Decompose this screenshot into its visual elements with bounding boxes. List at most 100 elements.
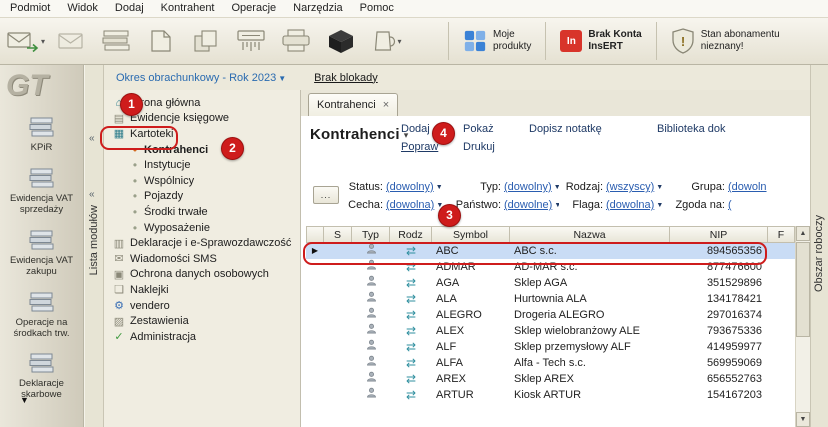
send-email-button[interactable]: ▾ bbox=[6, 21, 45, 61]
filter-value[interactable]: (dowolna) bbox=[606, 199, 654, 211]
filter-value[interactable]: (dowolna) bbox=[386, 199, 434, 211]
print-queue-button[interactable] bbox=[97, 21, 135, 61]
menu-item-narzedzia[interactable]: Narzędzia bbox=[293, 2, 343, 17]
close-tab-icon[interactable]: × bbox=[383, 99, 389, 111]
cell-symbol: ALF bbox=[436, 341, 457, 353]
tree-item-wiadomosci-sms[interactable]: ✉ Wiadomości SMS bbox=[104, 251, 300, 267]
cell-nazwa: Kiosk ARTUR bbox=[514, 389, 582, 401]
filter-value[interactable]: (dowolny) bbox=[386, 181, 434, 193]
column-header-rodz[interactable]: Rodz bbox=[390, 226, 432, 243]
data-pitcher-button[interactable]: ▾ bbox=[367, 21, 405, 61]
module-kpir[interactable]: KPiR bbox=[0, 109, 83, 160]
cell-f bbox=[768, 243, 795, 259]
table-row[interactable]: ⇄ AGA Sklep AGA 351529896 bbox=[306, 275, 795, 291]
tree-item-wyposazenie[interactable]: • Wyposażenie bbox=[104, 220, 300, 236]
menu-item-widok[interactable]: Widok bbox=[67, 2, 98, 17]
tree-item-pojazdy[interactable]: • Pojazdy bbox=[104, 189, 300, 205]
tree-item-vendero[interactable]: ⚙ vendero bbox=[104, 298, 300, 314]
abonament-status-button[interactable]: ! Stan abonamentu nieznany! bbox=[667, 28, 784, 54]
dropdown-caret-icon[interactable]: ▼ bbox=[656, 202, 663, 209]
moje-produkty-button[interactable]: Moje produkty bbox=[459, 29, 535, 54]
module-list-expander[interactable]: ▼ bbox=[20, 395, 29, 405]
dropdown-caret-icon[interactable]: ▼ bbox=[436, 184, 443, 191]
tree-item-ochrona-danych-osobowych[interactable]: ▣ Ochrona danych osobowych bbox=[104, 267, 300, 283]
tree-item-administracja[interactable]: ✓ Administracja bbox=[104, 329, 300, 345]
table-row[interactable]: ⇄ ALA Hurtownia ALA 134178421 bbox=[306, 291, 795, 307]
cell-marker bbox=[306, 307, 324, 323]
annotation-step-3: 3 bbox=[438, 204, 461, 227]
table-row[interactable]: ⇄ ALFA Alfa - Tech s.c. 569959069 bbox=[306, 355, 795, 371]
cell-f bbox=[768, 291, 795, 307]
shredder-button[interactable] bbox=[232, 21, 270, 61]
column-header-symbol[interactable]: Symbol bbox=[432, 226, 510, 243]
konto-insert-button[interactable]: In Brak Konta InsERT bbox=[556, 29, 645, 54]
tree-item-deklaracje-i-e-sprawozdawczosc[interactable]: ▥ Deklaracje i e-Sprawozdawczość bbox=[104, 235, 300, 251]
menu-item-dodaj[interactable]: Dodaj bbox=[115, 2, 144, 17]
printer-button[interactable] bbox=[277, 21, 315, 61]
menu-item-podmiot[interactable]: Podmiot bbox=[10, 2, 50, 17]
column-header-s[interactable]: S bbox=[324, 226, 352, 243]
cell-marker bbox=[306, 371, 324, 387]
tree-item-label: Pojazdy bbox=[144, 190, 184, 203]
filter-options-button[interactable]: ... bbox=[313, 186, 339, 204]
column-header-nip[interactable]: NIP bbox=[670, 226, 768, 243]
dropdown-caret-icon[interactable]: ▾ bbox=[398, 37, 402, 46]
filter-value[interactable]: (dowolny) bbox=[504, 181, 552, 193]
module-ewidencja-vat-zakupu[interactable]: Ewidencja VAT zakupu bbox=[0, 222, 83, 284]
cell-typ bbox=[352, 323, 390, 339]
declarations-icon: ▥ bbox=[113, 237, 125, 250]
table-row[interactable]: ⇄ AREX Sklep AREX 656552763 bbox=[306, 371, 795, 387]
table-row[interactable]: ⇄ ALEX Sklep wielobranżowy ALE 793675336 bbox=[306, 323, 795, 339]
lock-status-link[interactable]: Brak blokady bbox=[314, 72, 378, 84]
services-cube-button[interactable] bbox=[322, 21, 360, 61]
menu-item-pomoc[interactable]: Pomoc bbox=[360, 2, 394, 17]
tree-item-instytucje[interactable]: • Instytucje bbox=[104, 157, 300, 173]
action-drukuj[interactable]: Drukuj bbox=[463, 141, 529, 153]
documents-button[interactable] bbox=[187, 21, 225, 61]
menu-item-operacje[interactable]: Operacje bbox=[232, 2, 277, 17]
action-popraw[interactable]: Popraw bbox=[401, 141, 463, 153]
tab-kontrahenci[interactable]: Kontrahenci × bbox=[308, 93, 399, 116]
scroll-down-icon[interactable]: ▼ bbox=[796, 412, 810, 427]
module-operacje-na-srodkach-trw[interactable]: Operacje na środkach trw. bbox=[0, 284, 83, 346]
table-row[interactable]: ⇄ ALF Sklep przemysłowy ALF 414959977 bbox=[306, 339, 795, 355]
dropdown-caret-icon[interactable]: ▾ bbox=[41, 37, 45, 46]
scrollbar-thumb[interactable] bbox=[796, 242, 810, 337]
period-selector[interactable]: Okres obrachunkowy - Rok 2023 ▼ bbox=[116, 72, 286, 84]
column-header-typ[interactable]: Typ bbox=[352, 226, 390, 243]
filter-label: Grupa: bbox=[691, 181, 725, 193]
table-row[interactable]: ⇄ ARTUR Kiosk ARTUR 154167203 bbox=[306, 387, 795, 403]
dropdown-caret-icon[interactable]: ▼ bbox=[656, 184, 663, 191]
module-deklaracje-skarbowe[interactable]: Deklaracje skarbowe bbox=[0, 345, 83, 407]
table-row[interactable]: ⇄ ALEGRO Drogeria ALEGRO 297016374 bbox=[306, 307, 795, 323]
tree-item-zestawienia[interactable]: ▨ Zestawienia bbox=[104, 313, 300, 329]
filter-cecha: Cecha: (dowolna) ▼ bbox=[341, 199, 447, 211]
column-header-f[interactable]: F bbox=[768, 226, 795, 243]
column-header-gutter[interactable] bbox=[306, 226, 324, 243]
scroll-up-icon[interactable]: ▲ bbox=[796, 226, 810, 241]
tree-item-wspolnicy[interactable]: • Wspólnicy bbox=[104, 173, 300, 189]
tree-item-naklejki[interactable]: ❏ Naklejki bbox=[104, 282, 300, 298]
cell-f bbox=[768, 355, 795, 371]
vertical-scrollbar[interactable]: ▲ ▼ bbox=[795, 226, 810, 427]
privacy-icon: ▣ bbox=[113, 268, 125, 281]
module-ewidencja-vat-sprzedazy[interactable]: Ewidencja VAT sprzedaży bbox=[0, 160, 83, 222]
action-pokaz[interactable]: Pokaż bbox=[463, 123, 529, 135]
transfer-direction-icon: ⇄ bbox=[405, 372, 417, 386]
tree-item-srodki-trwale[interactable]: • Środki trwałe bbox=[104, 204, 300, 220]
cell-typ bbox=[352, 355, 390, 371]
action-biblioteka-dok[interactable]: Biblioteka dok bbox=[657, 123, 726, 135]
filter-value[interactable]: (dowoln bbox=[728, 181, 767, 193]
collapse-chevron-icon[interactable]: « bbox=[89, 133, 95, 144]
column-header-nazwa[interactable]: Nazwa bbox=[510, 226, 670, 243]
action-dopisz-notatke[interactable]: Dopisz notatkę bbox=[529, 123, 657, 135]
note-button[interactable] bbox=[142, 21, 180, 61]
workspace-strip[interactable]: Obszar roboczy bbox=[810, 65, 828, 427]
filter-value[interactable]: ( bbox=[728, 199, 732, 211]
filter-value[interactable]: (wszyscy) bbox=[606, 181, 654, 193]
filter-value[interactable]: (dowolne) bbox=[504, 199, 552, 211]
module-list-strip[interactable]: « « Lista modułów bbox=[84, 65, 104, 427]
menu-item-kontrahent[interactable]: Kontrahent bbox=[161, 2, 215, 17]
mail-button[interactable] bbox=[52, 21, 90, 61]
collapse-chevron-icon[interactable]: « bbox=[89, 189, 95, 200]
